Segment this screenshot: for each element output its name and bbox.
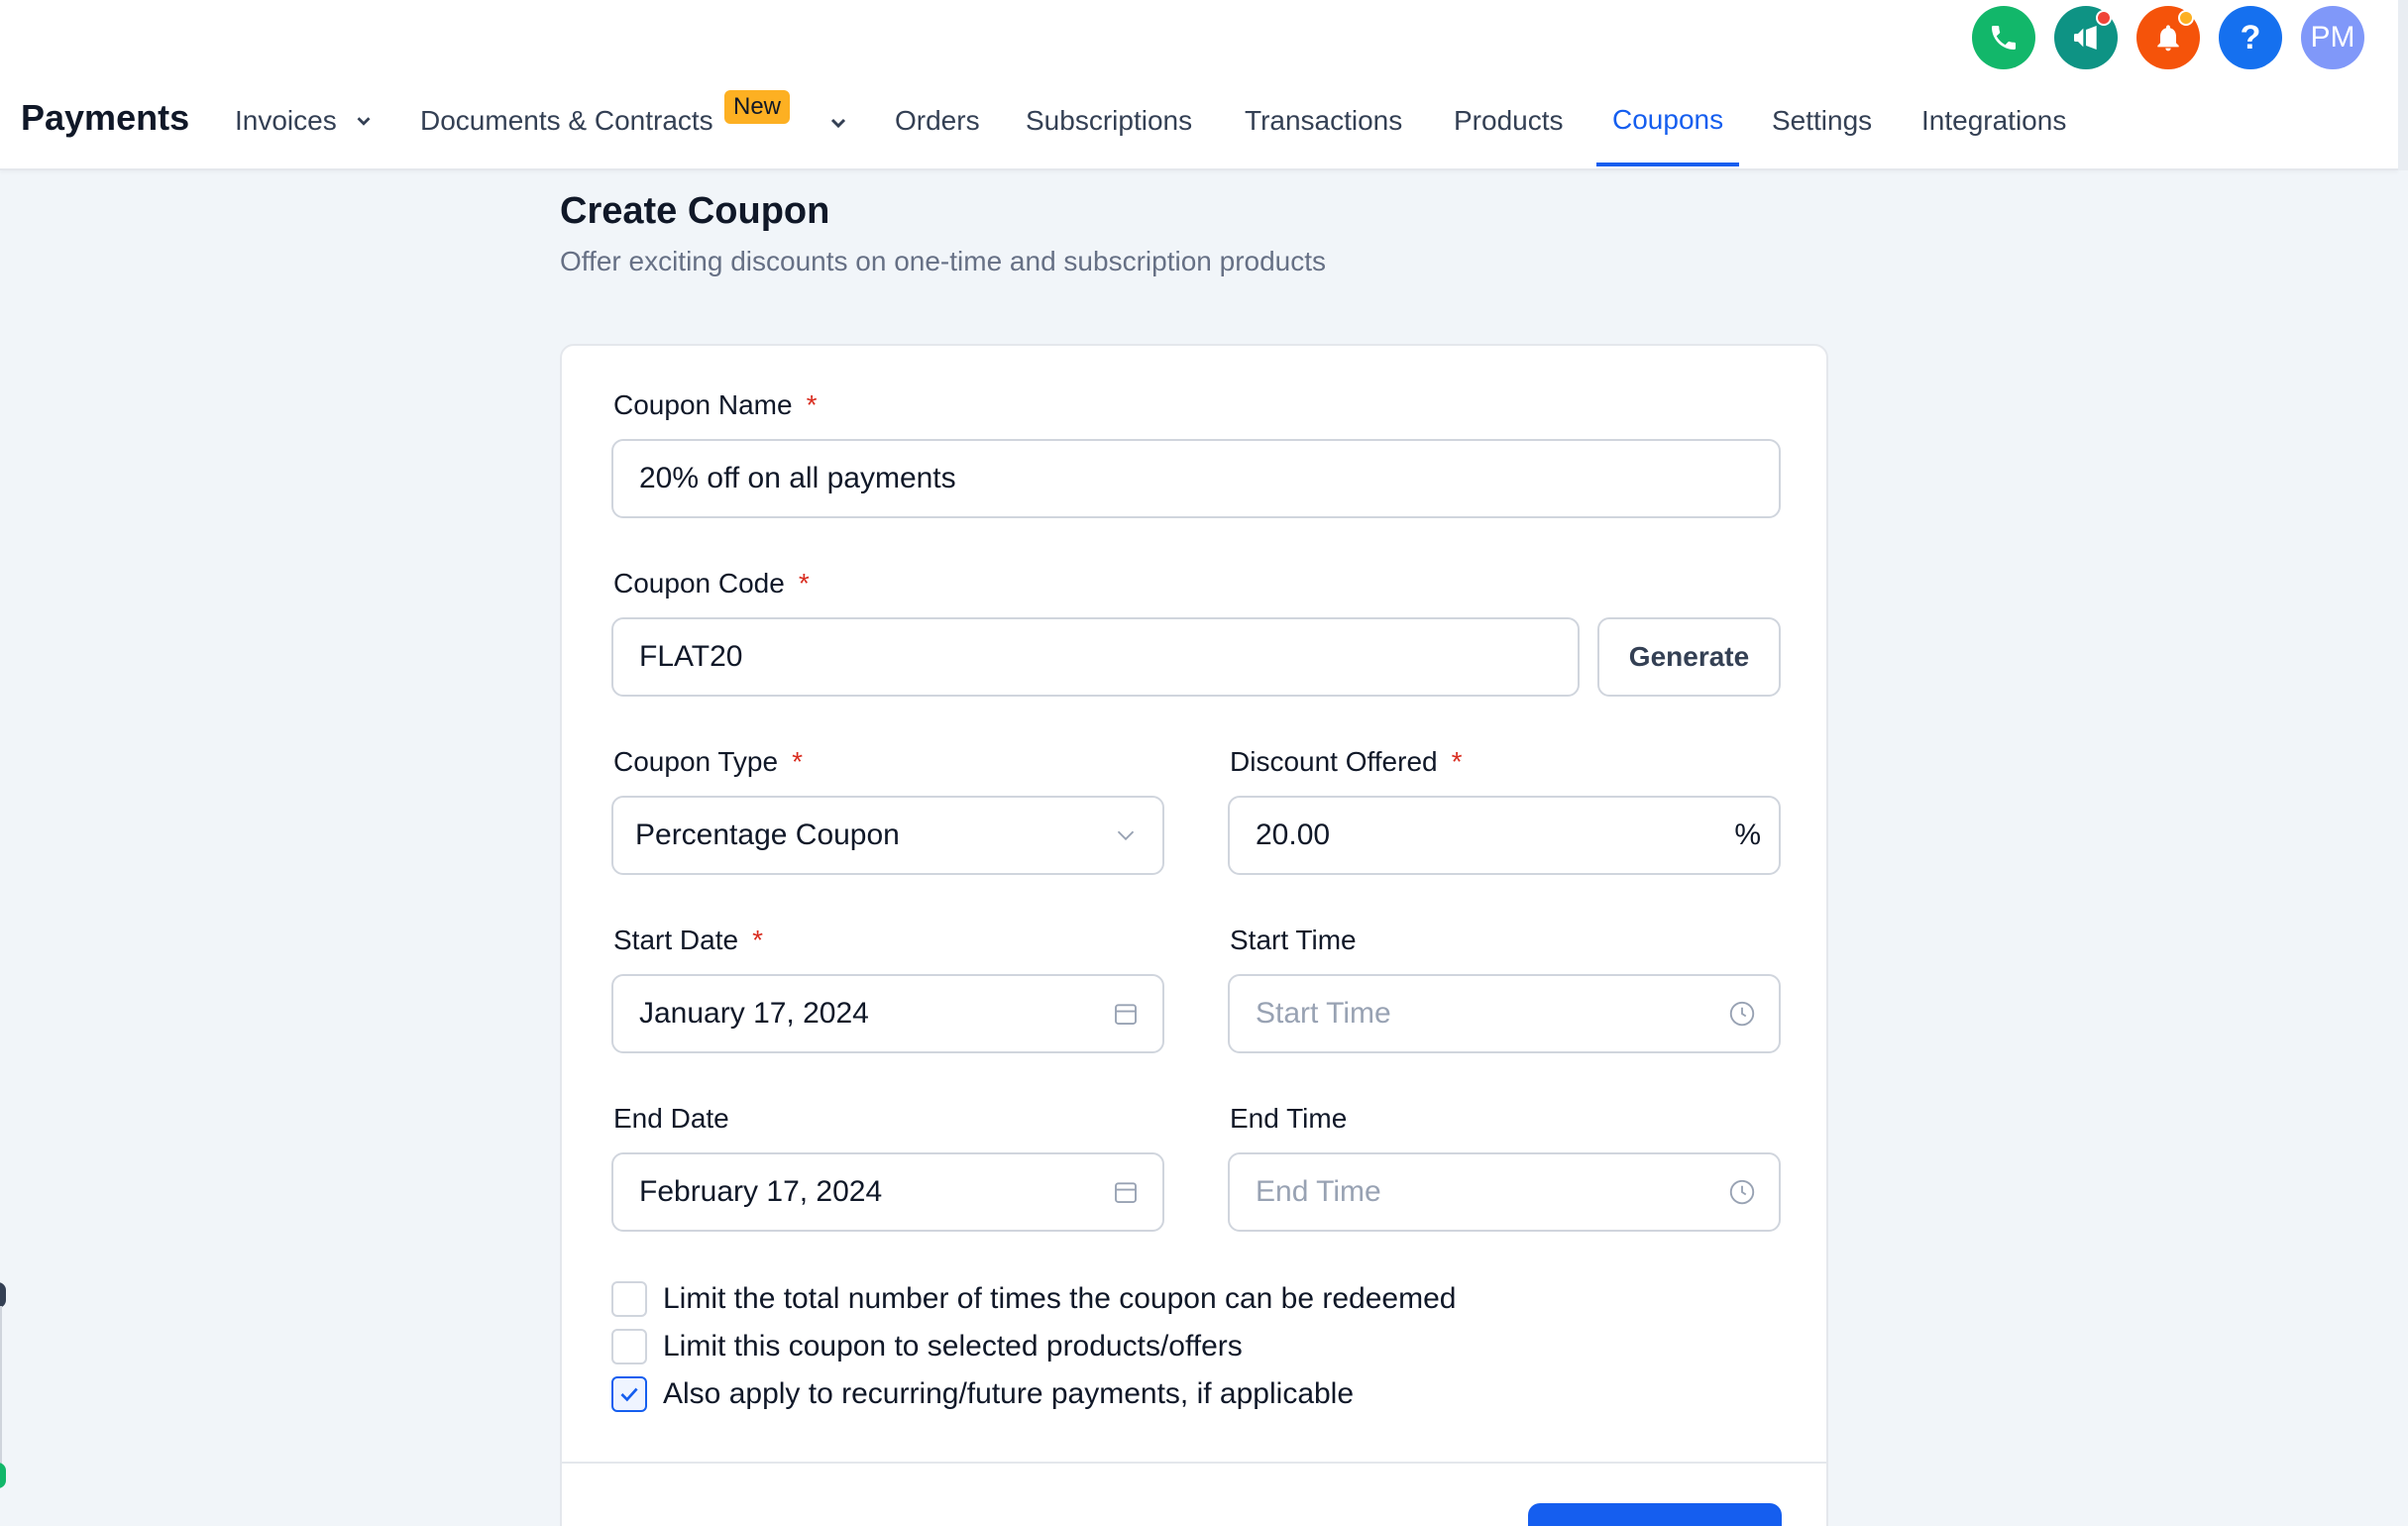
top-header: ? PM Payments Invoices Documents & Contr… <box>0 0 2398 170</box>
discount-offered-input[interactable]: 20.00 % <box>1228 796 1781 875</box>
bell-icon[interactable] <box>2136 6 2200 69</box>
recurring-payments-option[interactable]: Also apply to recurring/future payments,… <box>611 1376 1354 1412</box>
megaphone-icon[interactable] <box>2054 6 2118 69</box>
clock-icon <box>1727 1177 1757 1207</box>
active-tab-indicator <box>1596 163 1739 166</box>
start-time-label: Start Time <box>1230 925 1357 955</box>
notification-dot <box>2178 10 2194 26</box>
edge-handle[interactable] <box>0 1463 6 1488</box>
phone-icon[interactable] <box>1972 6 2035 69</box>
nav-invoices[interactable]: Invoices <box>235 105 375 137</box>
header-actions: ? PM <box>1972 6 2364 69</box>
end-time-label: End Time <box>1230 1103 1348 1134</box>
calendar-icon <box>1111 999 1141 1029</box>
nav-integrations[interactable]: Integrations <box>1921 105 2066 137</box>
nav-transactions[interactable]: Transactions <box>1245 105 1402 137</box>
coupon-form-card: Coupon Name * 20% off on all payments Cou… <box>560 344 1828 1526</box>
limit-redemptions-option[interactable]: Limit the total number of times the coup… <box>611 1281 1456 1317</box>
avatar[interactable]: PM <box>2301 6 2364 69</box>
card-footer-divider <box>562 1462 1826 1464</box>
end-date-input[interactable]: February 17, 2024 <box>611 1152 1164 1232</box>
coupon-type-select[interactable]: Percentage Coupon <box>611 796 1164 875</box>
limit-redemptions-checkbox[interactable] <box>611 1281 647 1317</box>
coupon-name-input[interactable]: 20% off on all payments <box>611 439 1781 518</box>
new-badge: New <box>724 90 791 124</box>
nav-coupons[interactable]: Coupons <box>1612 104 1723 136</box>
submit-button[interactable] <box>1528 1503 1782 1526</box>
nav-settings[interactable]: Settings <box>1772 105 1872 137</box>
recurring-payments-checkbox[interactable] <box>611 1376 647 1412</box>
coupon-type-label: Coupon Type * <box>613 746 803 777</box>
nav-products[interactable]: Products <box>1454 105 1564 137</box>
nav-orders[interactable]: Orders <box>895 105 980 137</box>
start-time-input[interactable]: Start Time <box>1228 974 1781 1053</box>
nav-documents-contracts[interactable]: Documents & Contracts <box>420 105 713 137</box>
app-title: Payments <box>21 97 190 138</box>
coupon-code-input[interactable]: FLAT20 <box>611 617 1580 697</box>
edge-divider <box>0 1306 2 1465</box>
generate-button[interactable]: Generate <box>1597 617 1781 697</box>
start-date-label: Start Date * <box>613 925 763 955</box>
coupon-name-label: Coupon Name * <box>613 389 818 420</box>
chevron-down-icon[interactable] <box>826 111 850 135</box>
calendar-icon <box>1111 1177 1141 1207</box>
chevron-down-icon <box>357 117 371 126</box>
limit-products-checkbox[interactable] <box>611 1329 647 1364</box>
nav-subscriptions[interactable]: Subscriptions <box>1026 105 1192 137</box>
help-icon[interactable]: ? <box>2219 6 2282 69</box>
end-time-input[interactable]: End Time <box>1228 1152 1781 1232</box>
percent-suffix: % <box>1734 818 1761 851</box>
edge-handle[interactable] <box>0 1282 6 1308</box>
discount-offered-label: Discount Offered * <box>1230 746 1463 777</box>
clock-icon <box>1727 999 1757 1029</box>
page-title: Create Coupon <box>560 190 830 232</box>
window-edge <box>2398 0 2408 170</box>
chevron-down-icon <box>1111 820 1141 850</box>
notification-dot <box>2096 10 2112 26</box>
end-date-label: End Date <box>613 1103 729 1134</box>
coupon-code-label: Coupon Code * <box>613 568 810 599</box>
start-date-input[interactable]: January 17, 2024 <box>611 974 1164 1053</box>
checkmark-icon <box>620 1387 638 1402</box>
limit-products-option[interactable]: Limit this coupon to selected products/o… <box>611 1329 1243 1364</box>
page-subtitle: Offer exciting discounts on one-time and… <box>560 246 1327 276</box>
